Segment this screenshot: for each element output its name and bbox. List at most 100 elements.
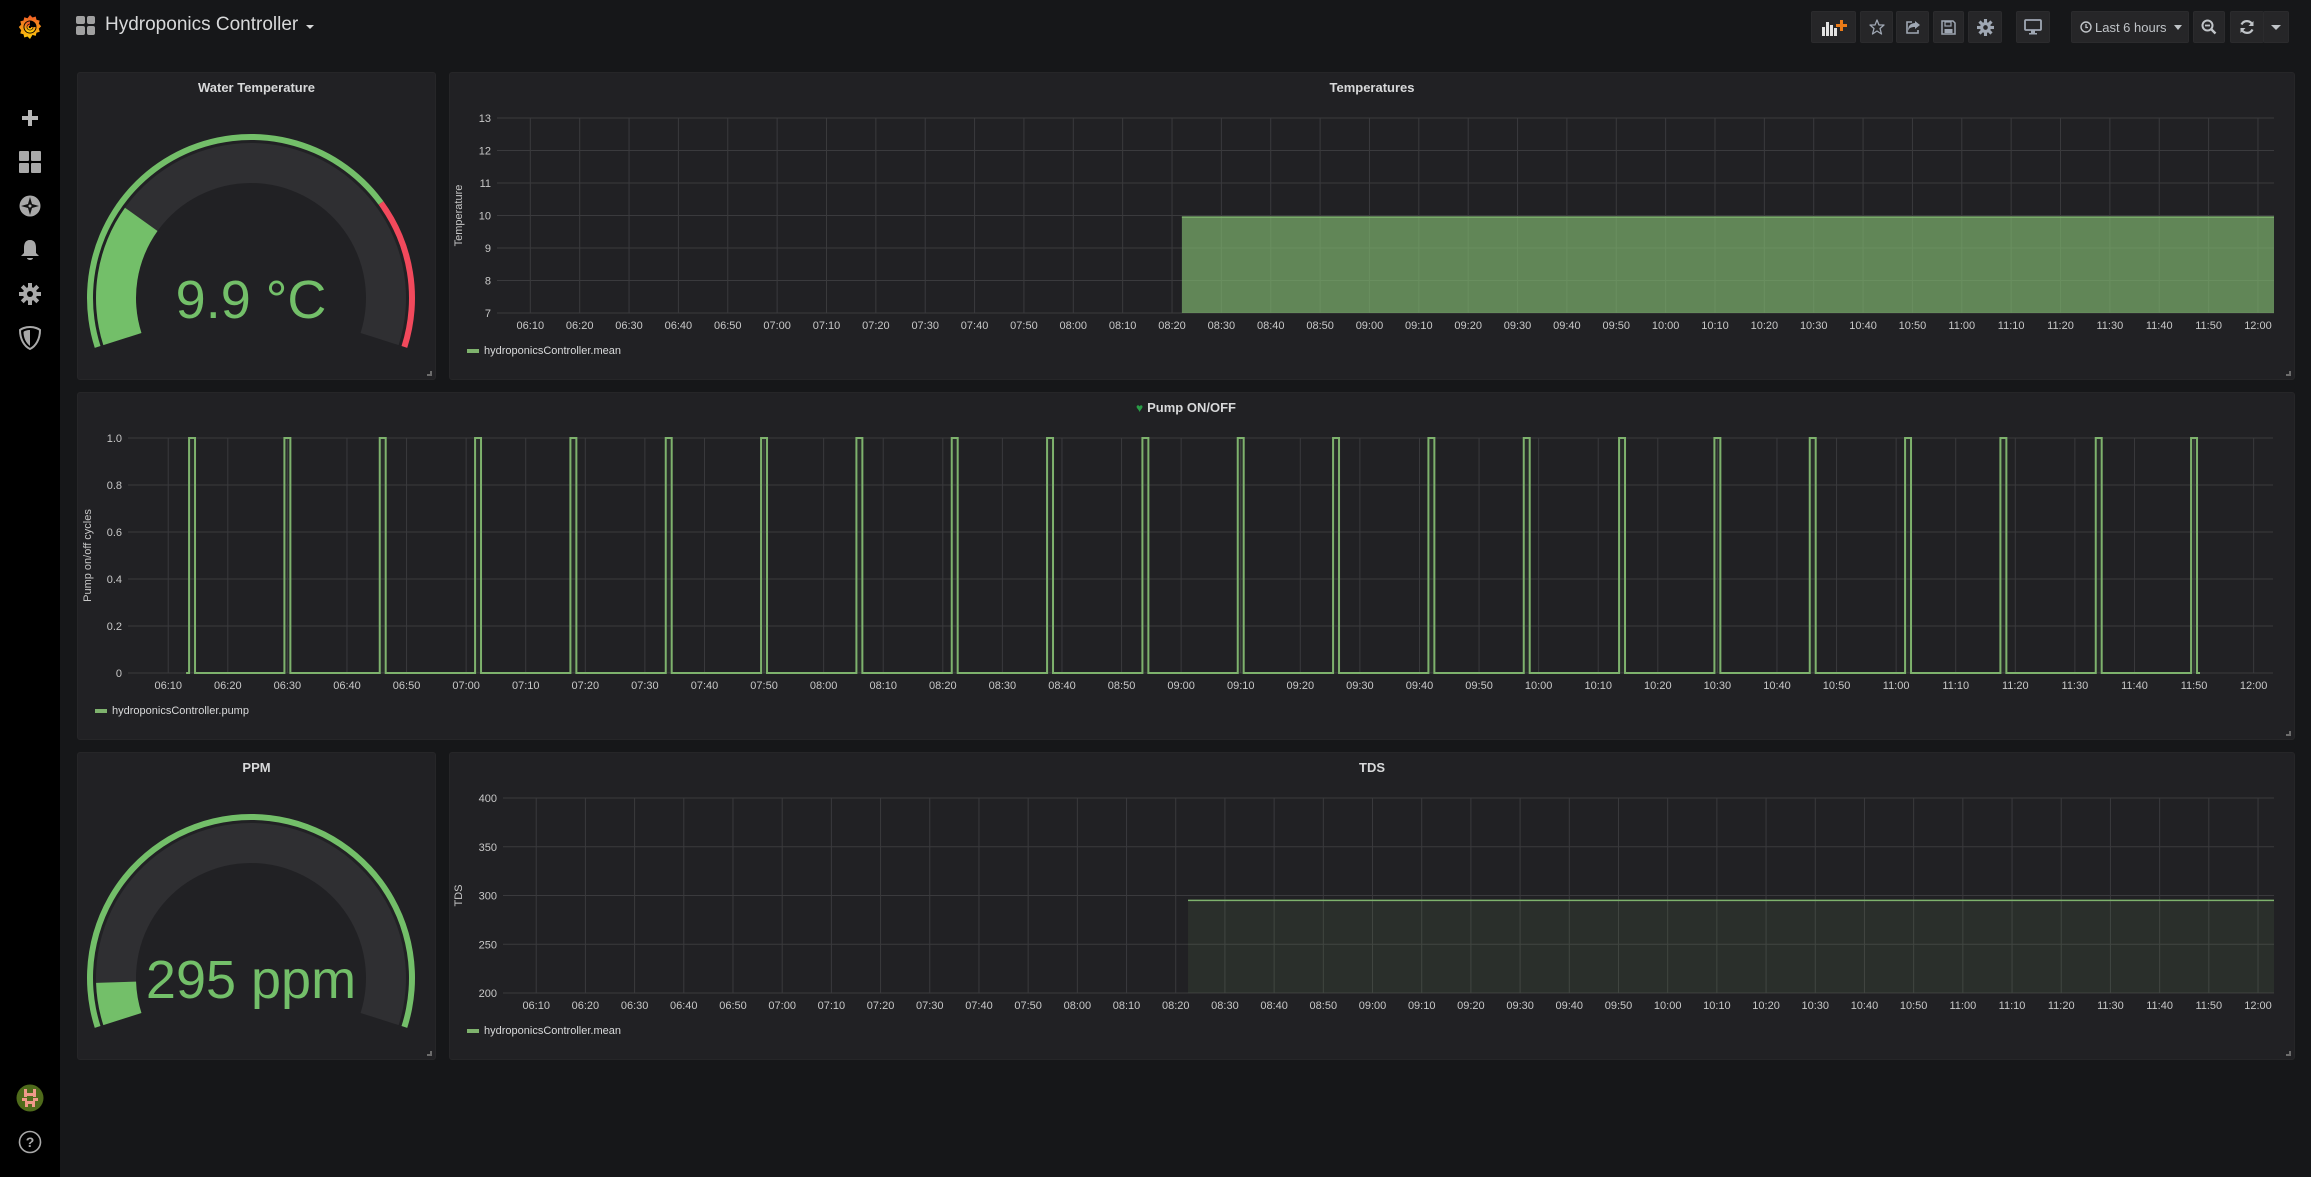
panel-resize-handle[interactable] xyxy=(2286,371,2291,376)
legend-swatch xyxy=(467,349,479,353)
x-tick-label: 10:40 xyxy=(1763,680,1791,692)
sidebar-item-help[interactable]: ? xyxy=(0,1120,60,1164)
panel-resize-handle[interactable] xyxy=(427,371,432,376)
sidebar-item-server-admin[interactable] xyxy=(0,316,60,360)
x-tick-label: 08:40 xyxy=(1257,320,1285,332)
tds-chart: 400 350 300 250 200 06:10 06:20 06:30 06:40 06:50… xyxy=(453,793,2274,1012)
x-tick-label: 10:20 xyxy=(1751,320,1779,332)
time-range-label: Last 6 hours xyxy=(2095,19,2167,35)
series-line xyxy=(186,437,2201,674)
temperatures-panel: Temperatures 13 12 11 10 9 8 7 06:10 06:20 06:30 0… xyxy=(449,72,2295,380)
x-tick-label: 08:00 xyxy=(1064,1000,1092,1012)
x-tick-label: 09:10 xyxy=(1405,320,1433,332)
dashboard-settings-button[interactable] xyxy=(1968,11,2002,43)
zoom-out-button[interactable] xyxy=(2193,11,2225,43)
y-tick-label: 300 xyxy=(479,891,497,903)
save-dashboard-button[interactable] xyxy=(1933,11,1964,43)
x-tick-label: 06:20 xyxy=(572,1000,600,1012)
sidebar-item-alerting[interactable] xyxy=(0,228,60,272)
sidebar-item-explore[interactable] xyxy=(0,184,60,228)
legend-swatch xyxy=(467,1029,479,1033)
x-tick-label: 10:40 xyxy=(1849,320,1877,332)
legend-swatch xyxy=(95,709,107,713)
x-tick-label: 06:50 xyxy=(393,680,421,692)
x-tick-label: 07:10 xyxy=(818,1000,846,1012)
side-menu: ? xyxy=(0,0,60,1177)
sidebar-item-profile[interactable] xyxy=(0,1076,60,1120)
add-panel-button[interactable] xyxy=(1811,11,1856,43)
x-tick-label: 11:00 xyxy=(1883,680,1910,692)
x-tick-label: 11:50 xyxy=(2181,680,2208,692)
x-tick-label: 06:40 xyxy=(665,320,693,332)
bell-alerting-icon xyxy=(20,239,40,261)
x-tick-label: 08:40 xyxy=(1260,1000,1288,1012)
y-tick-label: 13 xyxy=(479,113,491,125)
star-dashboard-button[interactable] xyxy=(1860,11,1893,43)
x-tick-label: 07:20 xyxy=(867,1000,895,1012)
ppm-panel: PPM 295 ppm xyxy=(77,752,436,1060)
legend-item[interactable]: hydroponicsController.mean xyxy=(467,345,621,357)
clock-icon xyxy=(2080,21,2092,33)
x-tick-label: 07:50 xyxy=(1014,1000,1042,1012)
x-tick-label: 07:40 xyxy=(691,680,719,692)
x-tick-label: 09:10 xyxy=(1227,680,1255,692)
x-tick-label: 07:30 xyxy=(911,320,939,332)
legend-item[interactable]: hydroponicsController.mean xyxy=(467,1025,621,1037)
x-tick-label: 11:30 xyxy=(2097,1000,2124,1012)
x-tick-label: 09:20 xyxy=(1287,680,1315,692)
x-tick-label: 08:00 xyxy=(810,680,838,692)
x-tick-label: 09:00 xyxy=(1167,680,1195,692)
dashboard-picker[interactable]: Hydroponics Controller xyxy=(76,14,315,36)
sidebar-item-dashboards[interactable] xyxy=(0,140,60,184)
x-tick-label: 10:10 xyxy=(1701,320,1729,332)
x-tick-label: 12:00 xyxy=(2244,1000,2272,1012)
grafana-logo-icon xyxy=(16,13,44,41)
x-tick-label: 09:30 xyxy=(1504,320,1532,332)
x-tick-label: 08:10 xyxy=(1109,320,1137,332)
panel-resize-handle[interactable] xyxy=(2286,1051,2291,1056)
sidebar-item-configuration[interactable] xyxy=(0,272,60,316)
refresh-interval-dropdown[interactable] xyxy=(2263,11,2289,43)
temperatures-chart: 13 12 11 10 9 8 7 06:10 06:20 06:30 06:40 06:50 07:0… xyxy=(453,113,2274,332)
y-tick-label: 0.2 xyxy=(107,621,122,633)
x-tick-label: 11:20 xyxy=(2048,1000,2075,1012)
share-dashboard-button[interactable] xyxy=(1896,11,1929,43)
x-tick-label: 07:40 xyxy=(965,1000,993,1012)
x-tick-label: 10:50 xyxy=(1900,1000,1928,1012)
time-range-picker[interactable]: Last 6 hours xyxy=(2071,11,2189,43)
x-tick-label: 08:10 xyxy=(1113,1000,1141,1012)
x-tick-label: 09:40 xyxy=(1406,680,1434,692)
help-question-icon: ? xyxy=(18,1130,42,1154)
x-tick-label: 10:20 xyxy=(1752,1000,1780,1012)
star-icon xyxy=(1868,19,1885,35)
y-tick-label: 12 xyxy=(479,146,491,158)
legend-label: hydroponicsController.mean xyxy=(484,345,621,357)
x-tick-label: 09:40 xyxy=(1556,1000,1584,1012)
x-tick-label: 11:00 xyxy=(1949,1000,1976,1012)
x-tick-label: 10:10 xyxy=(1584,680,1612,692)
x-tick-label: 11:20 xyxy=(2002,680,2029,692)
ppm-gauge: 295 ppm xyxy=(87,814,415,1028)
x-tick-label: 06:10 xyxy=(522,1000,550,1012)
sidebar-item-create[interactable] xyxy=(0,96,60,140)
gauge-value-text: 9.9 °C xyxy=(176,270,327,330)
legend-item[interactable]: hydroponicsController.pump xyxy=(95,705,249,717)
y-tick-label: 250 xyxy=(479,939,497,951)
x-tick-label: 09:30 xyxy=(1506,1000,1534,1012)
panel-resize-handle[interactable] xyxy=(427,1051,432,1056)
grafana-logo-link[interactable] xyxy=(0,5,60,49)
refresh-button[interactable] xyxy=(2230,11,2264,43)
tv-mode-button[interactable] xyxy=(2016,11,2050,43)
x-tick-label: 12:00 xyxy=(2240,680,2268,692)
x-tick-label: 09:10 xyxy=(1408,1000,1436,1012)
x-tick-label: 10:20 xyxy=(1644,680,1672,692)
x-tick-label: 07:40 xyxy=(961,320,989,332)
x-tick-label: 06:10 xyxy=(154,680,182,692)
x-tick-label: 11:40 xyxy=(2121,680,2148,692)
pump-panel: ♥ Pump ON/OFF 1.0 0.8 0.6 0.4 0.2 0 06:10 06:20 0… xyxy=(77,392,2295,740)
x-tick-label: 07:00 xyxy=(452,680,480,692)
panel-resize-handle[interactable] xyxy=(2286,731,2291,736)
x-tick-label: 09:40 xyxy=(1553,320,1581,332)
plus-icon xyxy=(20,108,40,128)
legend-label: hydroponicsController.pump xyxy=(112,705,249,717)
